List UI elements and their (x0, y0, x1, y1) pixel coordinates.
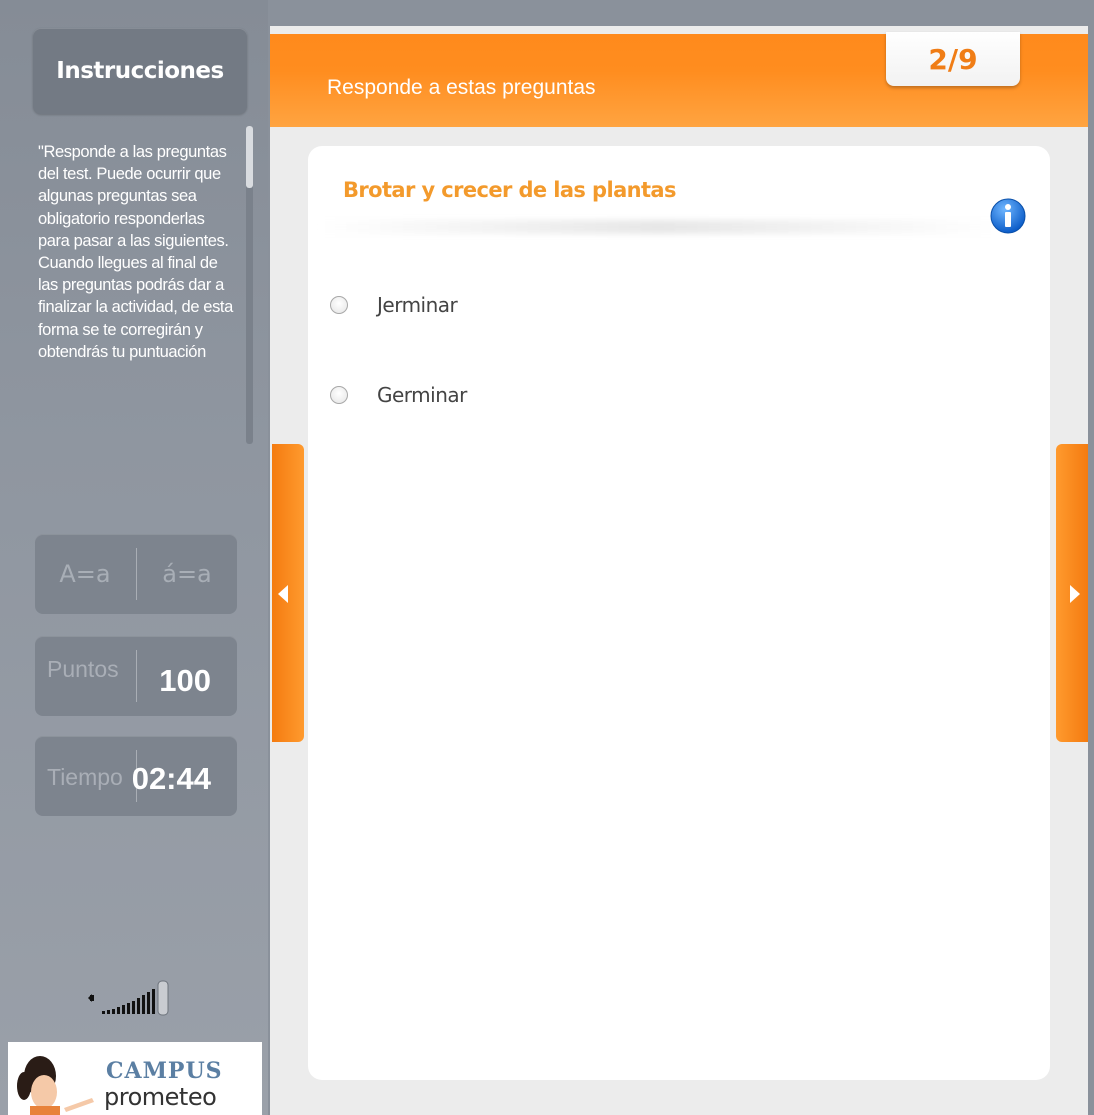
info-icon[interactable] (990, 198, 1026, 234)
case-sensitive-button[interactable]: A=a (35, 534, 135, 614)
option-jerminar[interactable]: Jerminar (330, 290, 458, 320)
points-box: Puntos 100 (35, 636, 237, 716)
header-title: Responde a estas preguntas (327, 76, 596, 99)
logo-prometeo-text: prometeo (104, 1083, 217, 1111)
question-card: Brotar y crecer de las plantas Jerminar … (308, 146, 1050, 1080)
case-options-box: A=a á=a (35, 534, 237, 614)
left-arrow-icon (278, 585, 288, 603)
next-question-button[interactable] (1056, 444, 1088, 742)
instructions-text: "Responde a las preguntas del test. Pued… (38, 143, 233, 361)
instructions-scrollbar-thumb[interactable] (246, 126, 253, 188)
option-label: Germinar (377, 383, 467, 407)
volume-icon[interactable] (86, 978, 196, 1018)
title-divider (318, 220, 998, 234)
main-panel: Responde a estas preguntas 2/9 Brotar y … (270, 26, 1088, 1115)
option-germinar[interactable]: Germinar (330, 380, 467, 410)
sidebar: Instrucciones "Responde a las preguntas … (0, 0, 268, 1115)
question-counter: 2/9 (886, 32, 1020, 86)
logo-campus-text: CAMPUS (106, 1058, 223, 1084)
previous-question-button[interactable] (272, 444, 304, 742)
time-value: 02:44 (131, 761, 211, 796)
points-value: 100 (159, 663, 211, 698)
campus-prometeo-logo: CAMPUS prometeo (8, 1042, 262, 1115)
time-label: Tiempo (47, 764, 123, 790)
divider (136, 650, 137, 702)
points-label: Puntos (47, 656, 119, 682)
right-arrow-icon (1070, 585, 1080, 603)
logo-character-icon (17, 1056, 94, 1115)
radio-button[interactable] (330, 296, 348, 314)
option-label: Jerminar (377, 293, 458, 317)
question-title: Brotar y crecer de las plantas (343, 178, 677, 202)
radio-button[interactable] (330, 386, 348, 404)
time-box: Tiempo 02:44 (35, 736, 237, 816)
instructions-title: Instrucciones (33, 28, 247, 114)
accent-sensitive-button[interactable]: á=a (137, 534, 237, 614)
